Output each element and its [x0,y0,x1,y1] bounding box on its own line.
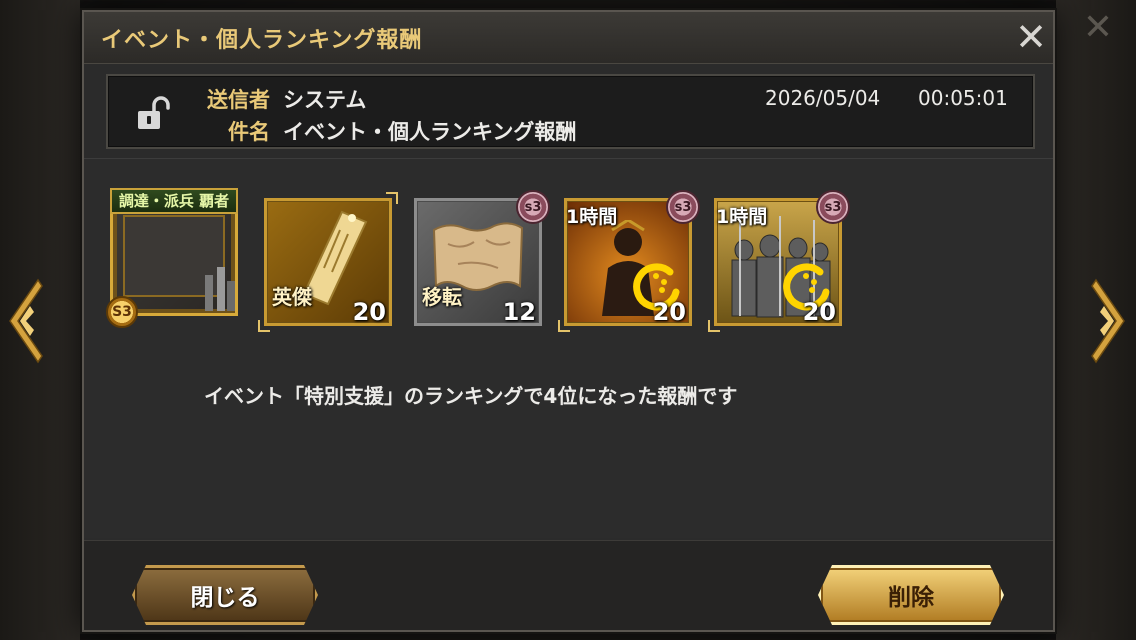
reward-item-speedup-soldiers[interactable]: s3 1時間 20 [708,190,850,332]
unlocked-padlock-icon [138,96,170,129]
close-button[interactable]: 閉じる [132,565,318,625]
season-badge: s3 [666,190,700,224]
mail-message-text: イベント「特別支援」のランキングで4位になった報酬です [204,384,738,408]
item-count: 20 [802,298,836,326]
corner-ornament [386,192,398,204]
corner-ornament [708,320,720,332]
item-count: 20 [652,298,686,326]
previous-mail-arrow-icon[interactable] [4,278,44,364]
next-mail-arrow-icon[interactable] [1090,278,1130,364]
item-label: 英傑 [272,285,312,309]
corner-ornament [558,320,570,332]
season-badge: s3 [816,190,850,224]
item-label: 移転 [422,285,462,309]
mail-detail-dialog: イベント・個人ランキング報酬 ✕ 送信者 システム 件名 イベント・個人ランキン… [82,10,1055,632]
item-duration: 1時間 [566,206,618,228]
reward-item-title-frame[interactable]: 調達・派兵 覇者 S3 [106,188,238,328]
sender-value: システム [283,88,367,112]
item-duration: 1時間 [716,206,768,228]
dialog-title: イベント・個人ランキング報酬 [101,28,423,53]
season-badge: s3 [516,190,550,224]
mail-time: 00:05:01 [918,86,1008,110]
dialog-header: イベント・個人ランキング報酬 ✕ [84,12,1053,64]
delete-button[interactable]: 削除 [818,565,1004,625]
background-close-icon: ✕ [1082,7,1114,48]
subject-value: イベント・個人ランキング報酬 [283,120,577,144]
season-badge: S3 [106,296,138,328]
subject-label: 件名 [228,120,270,144]
item-count: 20 [352,298,386,326]
title-frame-banner: 調達・派兵 覇者 [110,188,238,214]
dialog-footer: 閉じる 削除 [84,540,1053,630]
mail-date: 2026/05/04 [765,86,881,110]
reward-item-relocation[interactable]: s3 移転 12 [414,190,550,326]
close-icon[interactable]: ✕ [1013,18,1049,56]
reward-item-speedup-general[interactable]: s3 1時間 20 [558,190,700,332]
corner-ornament [258,320,270,332]
item-count: 12 [502,298,536,326]
sender-label: 送信者 [207,88,270,112]
mail-info-box: 送信者 システム 件名 イベント・個人ランキング報酬 2026/05/04 00… [106,74,1035,149]
reward-item-hero-scroll[interactable]: 英傑 20 [258,192,398,332]
